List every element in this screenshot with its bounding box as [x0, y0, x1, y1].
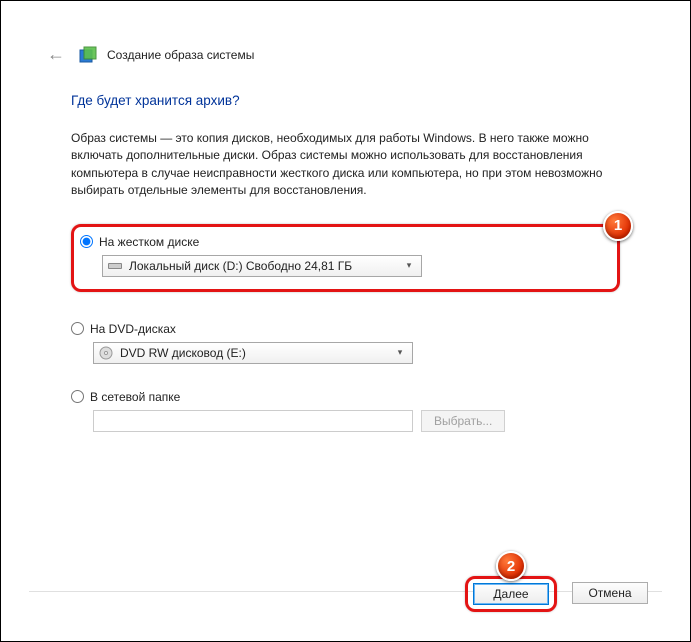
page-description: Образ системы — это копия дисков, необхо…	[71, 130, 620, 200]
page-heading: Где будет хранится архив?	[71, 93, 620, 108]
option-hdd-label: На жестком диске	[99, 235, 199, 249]
window-title: Создание образа системы	[107, 48, 254, 62]
next-button[interactable]: Далее	[473, 583, 549, 605]
browse-button[interactable]: Выбрать...	[421, 410, 505, 432]
option-hdd-row: На жестком диске	[80, 235, 607, 249]
wizard-window: ← Создание образа системы Где будет хран…	[29, 26, 662, 616]
chevron-down-icon: ▾	[401, 260, 417, 271]
network-path-input[interactable]	[93, 410, 413, 432]
option-dvd-group: На DVD-дисках DVD RW дисковод (E:) ▾	[71, 322, 620, 364]
screenshot-frame: × ← Создание образа системы Где будет хр…	[0, 0, 691, 642]
chevron-down-icon: ▾	[392, 347, 408, 358]
wizard-footer	[29, 591, 662, 616]
hdd-drive-select[interactable]: Локальный диск (D:) Свободно 24,81 ГБ ▾	[102, 255, 422, 277]
callout-badge-1: 1	[603, 211, 633, 241]
highlight-annotation-1: 1 На жестком диске Локальный диск (D:) С…	[71, 224, 620, 292]
radio-hdd[interactable]	[80, 235, 93, 248]
option-network-group: В сетевой папке Выбрать...	[71, 390, 620, 432]
option-dvd-label: На DVD-дисках	[90, 322, 176, 336]
dvd-selected-text: DVD RW дисковод (E:)	[114, 346, 392, 360]
window-header: ← Создание образа системы	[29, 26, 662, 71]
highlight-annotation-2: 2 Далее	[465, 576, 557, 612]
system-image-icon	[79, 46, 97, 64]
back-arrow-icon[interactable]: ←	[43, 44, 69, 65]
dvd-icon	[98, 346, 114, 360]
cancel-button[interactable]: Отмена	[572, 582, 648, 604]
hdd-selected-text: Локальный диск (D:) Свободно 24,81 ГБ	[123, 259, 401, 273]
radio-dvd[interactable]	[71, 322, 84, 335]
wizard-content: Где будет хранится архив? Образ системы …	[29, 71, 662, 432]
dvd-drive-select[interactable]: DVD RW дисковод (E:) ▾	[93, 342, 413, 364]
hdd-icon	[107, 261, 123, 271]
radio-network[interactable]	[71, 390, 84, 403]
option-network-label: В сетевой папке	[90, 390, 180, 404]
callout-badge-2: 2	[496, 551, 526, 581]
